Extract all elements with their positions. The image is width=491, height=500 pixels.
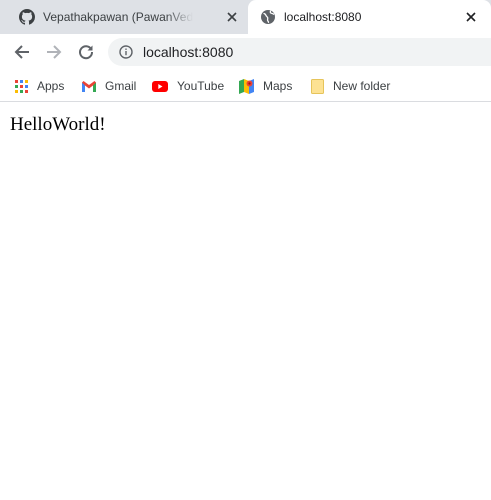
close-icon[interactable]: [225, 10, 239, 24]
tab-title: localhost:8080: [284, 10, 362, 24]
tab-localhost[interactable]: localhost:8080: [248, 0, 491, 34]
apps-grid-icon: [15, 79, 28, 93]
tab-github[interactable]: Vepathakpawan (PawanVedpathak): [0, 0, 248, 34]
info-icon[interactable]: [119, 45, 133, 59]
reload-icon[interactable]: [74, 40, 98, 64]
bookmark-label: Maps: [263, 79, 293, 93]
back-arrow-icon[interactable]: [10, 40, 34, 64]
url-text[interactable]: localhost:8080: [143, 44, 233, 60]
bookmark-label: New folder: [333, 79, 391, 93]
page-content: HelloWorld!: [0, 103, 491, 500]
bookmark-label: Gmail: [105, 79, 137, 93]
bookmark-new-folder[interactable]: New folder: [311, 76, 390, 96]
forward-arrow-icon[interactable]: [42, 40, 66, 64]
page-text: HelloWorld!: [10, 114, 106, 135]
github-icon: [19, 9, 35, 25]
address-bar[interactable]: localhost:8080: [108, 38, 491, 66]
gmail-icon: [82, 80, 96, 92]
bookmark-gmail[interactable]: Gmail: [82, 76, 136, 96]
folder-icon: [311, 78, 324, 94]
bookmark-label: YouTube: [177, 79, 225, 93]
close-icon[interactable]: [464, 10, 478, 24]
bookmark-maps[interactable]: Maps: [239, 76, 292, 96]
bookmark-youtube[interactable]: YouTube: [152, 76, 224, 96]
bookmark-label: Apps: [37, 79, 65, 93]
globe-icon: [260, 9, 276, 25]
tab-strip: Vepathakpawan (PawanVedpathak) localhost…: [0, 0, 491, 34]
youtube-icon: [152, 80, 168, 92]
bookmarks-bar: Apps Gmail YouTube Maps New folder: [0, 70, 491, 102]
bookmark-apps[interactable]: Apps: [15, 76, 64, 96]
maps-icon: [239, 78, 254, 94]
tab-title: Vepathakpawan (PawanVedpathak): [43, 10, 193, 24]
browser-toolbar: localhost:8080: [0, 34, 491, 70]
